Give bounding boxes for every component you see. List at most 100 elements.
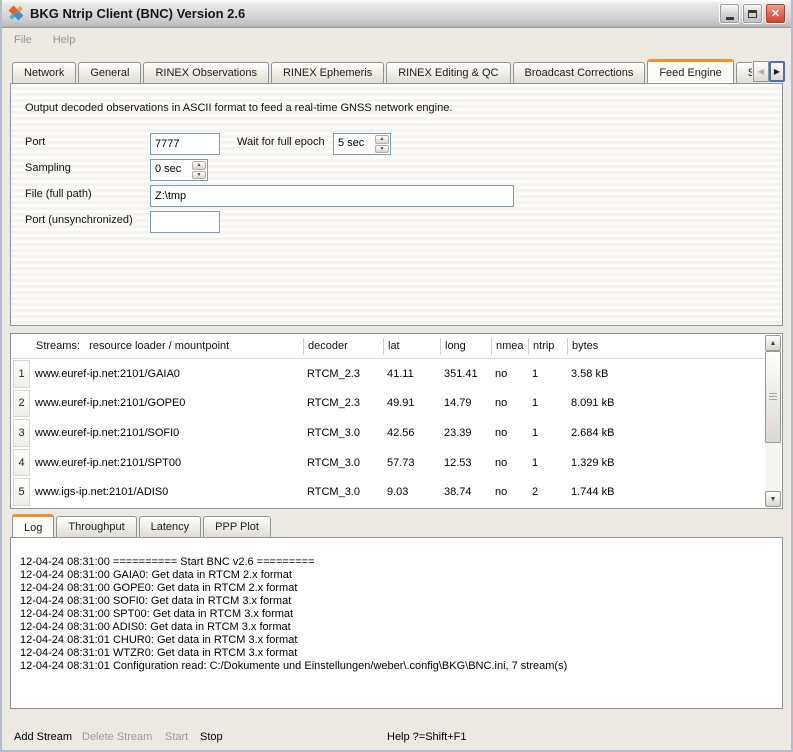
cell-lat: 41.11 [383,368,440,380]
tab-log[interactable]: Log [12,514,54,537]
header-corner [11,334,31,358]
cell-ntrip: 1 [528,397,567,409]
cell-nmea: no [491,457,528,469]
menu-file[interactable]: File [14,34,32,46]
scrollbar-grip-icon [769,393,777,401]
cell-lat: 9.03 [383,486,440,498]
feed-engine-description: Output decoded observations in ASCII for… [25,102,452,114]
tab-rinex-observations[interactable]: RINEX Observations [143,62,268,83]
sampling-spinbox[interactable]: 0 sec ▲ ▼ [150,159,208,181]
header-decoder: decoder [303,338,383,355]
cell-nmea: no [491,486,528,498]
maximize-button[interactable] [742,3,763,24]
header-ntrip: ntrip [528,338,567,355]
sampling-spin-up-button[interactable]: ▲ [192,161,206,170]
tab-network[interactable]: Network [12,62,76,83]
menu-help[interactable]: Help [53,34,76,46]
cell-nmea: no [491,427,528,439]
tab-rinex-editing-qc[interactable]: RINEX Editing & QC [386,62,510,83]
cell-bytes: 8.091 kB [567,397,765,409]
sampling-spin-down-button[interactable]: ▼ [192,171,206,180]
spin-down-icon: ▼ [197,172,202,178]
add-stream-button[interactable]: Add Stream [14,731,72,743]
close-button[interactable]: ✕ [765,3,786,24]
row-number: 2 [13,390,30,418]
row-number: 5 [13,478,30,506]
cell-ntrip: 1 [528,457,567,469]
tab-latency[interactable]: Latency [139,516,202,537]
window-title: BKG Ntrip Client (BNC) Version 2.6 [30,6,717,21]
table-row[interactable]: 5 www.igs-ip.net:2101/ADIS0 RTCM_3.0 9.0… [11,477,765,507]
chevron-left-icon: ◀ [758,67,764,76]
log-output[interactable]: 12-04-24 08:31:00 ========== Start BNC v… [11,538,782,708]
wait-epoch-spin-up-button[interactable]: ▲ [375,135,389,144]
cell-long: 351.41 [440,368,491,380]
tab-scroll-left-button[interactable]: ◀ [753,61,769,82]
row-number: 4 [13,449,30,477]
app-window: BKG Ntrip Client (BNC) Version 2.6 ✕ Fil… [0,0,793,752]
scroll-up-icon: ▲ [770,340,777,347]
cell-decoder: RTCM_2.3 [303,368,383,380]
app-icon [9,6,25,22]
log-line: 12-04-24 08:31:01 Configuration read: C:… [20,660,774,673]
tab-scroll-right-button[interactable]: ▶ [769,61,785,82]
streams-table-body: 1 www.euref-ip.net:2101/GAIA0 RTCM_2.3 4… [11,359,765,507]
tab-serial-output[interactable]: Serial Ou [736,62,752,83]
header-long: long [440,338,491,355]
cell-bytes: 3.58 kB [567,368,765,380]
log-line: 12-04-24 08:31:01 CHUR0: Get data in RTC… [20,634,774,647]
cell-long: 12.53 [440,457,491,469]
tab-general[interactable]: General [78,62,141,83]
file-path-input[interactable] [150,185,514,207]
table-row[interactable]: 1 www.euref-ip.net:2101/GAIA0 RTCM_2.3 4… [11,359,765,389]
spin-down-icon: ▼ [380,146,385,152]
table-row[interactable]: 2 www.euref-ip.net:2101/GOPE0 RTCM_2.3 4… [11,389,765,419]
help-shortcut-label: Help ?=Shift+F1 [387,731,467,743]
table-row[interactable]: 4 www.euref-ip.net:2101/SPT00 RTCM_3.0 5… [11,448,765,478]
port-unsync-label: Port (unsynchronized) [25,214,133,226]
header-bytes: bytes [567,338,765,355]
log-panel: 12-04-24 08:31:00 ========== Start BNC v… [10,537,783,709]
header-lat: lat [383,338,440,355]
log-line: 12-04-24 08:31:00 GAIA0: Get data in RTC… [20,569,774,582]
log-line: 12-04-24 08:31:00 ADIS0: Get data in RTC… [20,621,774,634]
cell-lat: 49.91 [383,397,440,409]
table-scrollbar[interactable]: ▲ ▼ [765,335,781,507]
start-button[interactable]: Start [165,731,188,743]
port-input[interactable] [150,133,220,155]
menu-bar: File Help [2,28,791,52]
close-icon: ✕ [771,7,780,20]
log-line: 12-04-24 08:31:00 SPT00: Get data in RTC… [20,608,774,621]
header-mountpoint: Streams: resource loader / mountpoint [31,338,303,355]
cell-lat: 42.56 [383,427,440,439]
tab-ppp-plot[interactable]: PPP Plot [203,516,271,537]
wait-epoch-value: 5 sec [334,134,374,154]
wait-epoch-spinbox[interactable]: 5 sec ▲ ▼ [333,133,391,155]
log-line: 12-04-24 08:31:00 ========== Start BNC v… [20,556,774,569]
cell-bytes: 1.744 kB [567,486,765,498]
tab-feed-engine[interactable]: Feed Engine [647,59,733,83]
spin-up-icon: ▲ [197,162,202,168]
scrollbar-down-button[interactable]: ▼ [765,491,781,507]
cell-long: 23.39 [440,427,491,439]
scrollbar-thumb[interactable] [765,351,781,443]
stop-button[interactable]: Stop [200,731,223,743]
scrollbar-up-button[interactable]: ▲ [765,335,781,351]
delete-stream-button[interactable]: Delete Stream [82,731,152,743]
cell-bytes: 2.684 kB [567,427,765,439]
spin-up-icon: ▲ [380,136,385,142]
cell-decoder: RTCM_3.0 [303,486,383,498]
title-bar[interactable]: BKG Ntrip Client (BNC) Version 2.6 ✕ [2,0,791,28]
bottom-tab-bar: Log Throughput Latency PPP Plot [10,513,787,537]
tab-throughput[interactable]: Throughput [56,516,136,537]
cell-ntrip: 2 [528,486,567,498]
maximize-icon [748,10,757,18]
wait-epoch-spin-down-button[interactable]: ▼ [375,145,389,154]
port-label: Port [25,136,45,148]
tab-broadcast-corrections[interactable]: Broadcast Corrections [513,62,646,83]
port-unsync-input[interactable] [150,211,220,233]
table-row[interactable]: 3 www.euref-ip.net:2101/SOFI0 RTCM_3.0 4… [11,418,765,448]
tab-rinex-ephemeris[interactable]: RINEX Ephemeris [271,62,384,83]
cell-mountpoint: www.euref-ip.net:2101/SOFI0 [31,427,303,439]
minimize-button[interactable] [719,3,740,24]
